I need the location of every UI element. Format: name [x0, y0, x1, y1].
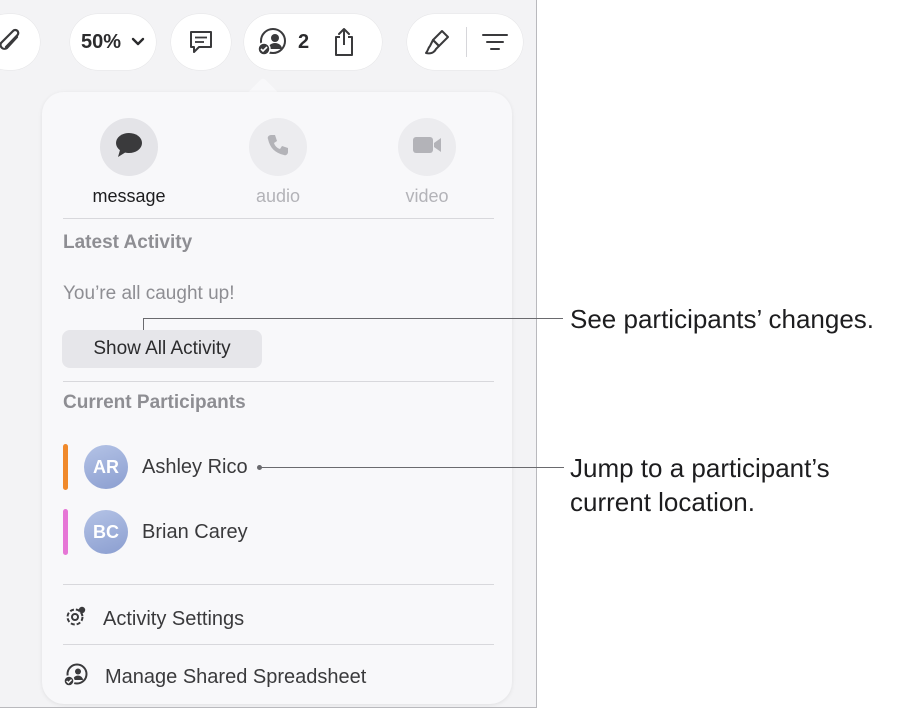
collaborate-icon	[256, 27, 290, 57]
manage-shared-label: Manage Shared Spreadsheet	[105, 666, 367, 688]
collaborators-count: 2	[298, 30, 310, 53]
callout-location-line1: Jump to a participant’s	[570, 453, 830, 483]
callout-line	[143, 318, 563, 319]
divider	[63, 381, 494, 382]
audio-label: audio	[255, 186, 301, 206]
activity-settings-label: Activity Settings	[103, 608, 245, 630]
format-toolbar-group	[407, 14, 523, 70]
callout-location: Jump to a participant’s current location…	[570, 451, 830, 519]
app-window: 50% 2 message audio video Latest Activit…	[0, 0, 537, 708]
show-all-activity-button[interactable]: Show All Activity	[62, 330, 262, 368]
divider	[63, 644, 494, 645]
gear-icon	[63, 605, 87, 634]
video-label: video	[405, 186, 449, 206]
message-label: message	[92, 186, 166, 206]
phone-icon	[265, 132, 291, 163]
video-icon	[411, 134, 443, 161]
divider	[63, 584, 494, 585]
audio-circle	[249, 118, 307, 176]
collaboration-popover: message audio video Latest Activity You’…	[42, 92, 512, 704]
participant-row[interactable]: AR Ashley Rico	[63, 444, 248, 490]
video-circle	[398, 118, 456, 176]
latest-activity-title: Latest Activity	[63, 232, 193, 253]
divider	[63, 218, 494, 219]
callout-line	[261, 467, 564, 468]
participant-row[interactable]: BC Brian Carey	[63, 509, 248, 555]
paintbrush-icon[interactable]	[422, 27, 452, 57]
attach-button[interactable]	[0, 14, 40, 70]
participant-color-bar	[63, 509, 68, 555]
message-circle	[100, 118, 158, 176]
participant-name: Brian Carey	[142, 520, 248, 543]
current-participants-title: Current Participants	[63, 392, 246, 413]
caught-up-text: You’re all caught up!	[63, 283, 235, 304]
paperclip-icon	[0, 27, 23, 57]
participant-name: Ashley Rico	[142, 455, 248, 478]
collaborate-button[interactable]: 2	[244, 14, 382, 70]
menu-lines-icon[interactable]	[481, 31, 509, 53]
callout-location-line2: current location.	[570, 487, 755, 517]
activity-settings-item[interactable]: Activity Settings	[63, 605, 244, 634]
zoom-menu[interactable]: 50%	[70, 14, 156, 70]
audio-button[interactable]: audio	[218, 118, 338, 207]
callout-changes: See participants’ changes.	[570, 304, 875, 334]
message-button[interactable]: message	[69, 118, 189, 207]
zoom-value: 50%	[80, 30, 122, 53]
video-button[interactable]: video	[367, 118, 487, 207]
chevron-down-icon	[131, 37, 145, 47]
participant-color-bar	[63, 444, 68, 490]
avatar: AR	[84, 445, 128, 489]
share-icon[interactable]	[331, 26, 357, 58]
manage-shared-item[interactable]: Manage Shared Spreadsheet	[63, 663, 366, 692]
collaborate-icon	[63, 663, 89, 692]
message-icon	[114, 131, 144, 164]
callout-line	[143, 318, 144, 330]
comment-button[interactable]	[171, 14, 231, 70]
toolbar-separator	[465, 27, 467, 57]
avatar: BC	[84, 510, 128, 554]
comment-icon	[186, 27, 216, 57]
